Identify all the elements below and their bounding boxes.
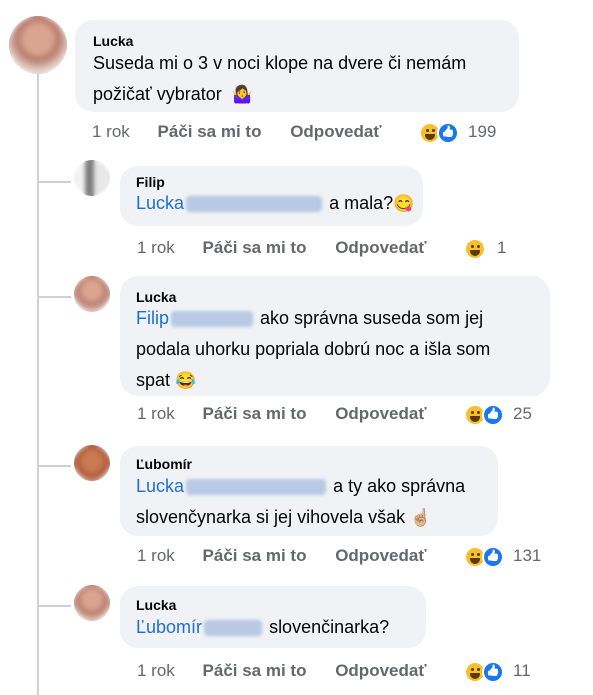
avatar[interactable] (74, 585, 110, 621)
avatar[interactable] (74, 276, 110, 312)
like-button[interactable]: Páči sa mi to (203, 661, 307, 680)
thread-line (37, 62, 39, 695)
comment-text-fragment: a ty ako správna (333, 476, 466, 496)
comment-text-line: požičať vybrator 🤷‍♀️ (93, 79, 513, 110)
reply-button[interactable]: Odpovedať (335, 404, 426, 423)
avatar[interactable] (74, 160, 110, 196)
reaction-count[interactable]: 25 (513, 404, 532, 424)
comment-author[interactable]: Ľubomír (136, 456, 192, 472)
comment-text-line: Filip ako správna suseda som jej (136, 303, 546, 334)
timestamp[interactable]: 1 rok (92, 122, 130, 141)
timestamp[interactable]: 1 rok (137, 404, 175, 423)
comment-author[interactable]: Lucka (93, 33, 133, 49)
comment-text-fragment: ako správna suseda som jej (260, 308, 484, 328)
mention-link[interactable]: Lucka (136, 476, 184, 496)
comment-meta: 1 rok Páči sa mi to Odpovedať (137, 661, 426, 681)
reaction-count[interactable]: 11 (513, 661, 531, 681)
like-icon[interactable] (437, 122, 459, 144)
comment-meta: 1 rok Páči sa mi to Odpovedať (92, 122, 381, 142)
comment-text-line: slovenčynarka si jej vihovela však ☝🏼 (136, 502, 496, 533)
reply-button[interactable]: Odpovedať (335, 546, 426, 565)
comment-text-line: Suseda mi o 3 v noci klope na dvere či n… (93, 53, 467, 73)
timestamp[interactable]: 1 rok (137, 238, 175, 257)
comment-meta: 1 rok Páči sa mi to Odpovedať (137, 404, 426, 424)
timestamp[interactable]: 1 rok (137, 661, 175, 680)
thread-branch (37, 181, 71, 183)
blurred-name (186, 479, 327, 496)
like-icon[interactable] (482, 546, 504, 568)
reaction-count[interactable]: 199 (468, 122, 496, 142)
haha-icon[interactable] (464, 238, 486, 260)
like-button[interactable]: Páči sa mi to (158, 122, 262, 141)
mention-link[interactable]: Lucka (136, 193, 184, 213)
reply-button[interactable]: Odpovedať (335, 238, 426, 257)
blurred-name (204, 620, 263, 637)
avatar[interactable] (9, 16, 67, 74)
comment-meta: 1 rok Páči sa mi to Odpovedať (137, 546, 426, 566)
comment-text-fragment: požičať vybrator (93, 84, 222, 104)
reaction-count[interactable]: 1 (497, 238, 506, 258)
comment-author[interactable]: Lucka (136, 597, 176, 613)
comment-text-fragment: slovenčinarka? (269, 617, 390, 637)
thread-branch (37, 465, 71, 467)
comment-text-line: podala uhorku popriala dobrú noc a išla … (136, 339, 491, 359)
mention-link[interactable]: Filip (136, 308, 169, 328)
comment-text-fragment: a mala? (329, 193, 394, 213)
pointing-up-emoji: ☝🏼 (410, 508, 432, 527)
comment-meta: 1 rok Páči sa mi to Odpovedať (137, 238, 426, 258)
timestamp[interactable]: 1 rok (137, 546, 175, 565)
comment-text: Filip ako správna suseda som jej podala … (136, 303, 546, 396)
comment-text: Suseda mi o 3 v noci klope na dvere či n… (93, 48, 513, 110)
reply-button[interactable]: Odpovedať (290, 122, 381, 141)
comment-text: Lucka a ty ako správna slovenčynarka si … (136, 471, 496, 533)
reaction-count[interactable]: 131 (513, 546, 541, 566)
avatar[interactable] (74, 445, 110, 481)
comment-text-fragment: slovenčynarka si jej vihovela však (136, 507, 406, 527)
comment-text-fragment: spat (136, 370, 171, 390)
comment-text-line: spat 😂 (136, 365, 546, 396)
like-button[interactable]: Páči sa mi to (203, 238, 307, 257)
thread-branch (37, 605, 71, 607)
comment-text: Ľubomír slovenčinarka? (136, 612, 426, 643)
comment-text: Lucka a mala?😋 (136, 188, 421, 219)
blurred-name (186, 196, 323, 213)
like-icon[interactable] (482, 404, 504, 426)
blurred-name (171, 311, 254, 328)
mention-link[interactable]: Ľubomír (136, 617, 202, 637)
tears-of-joy-emoji: 😂 (175, 371, 197, 390)
comment-text-line: Lucka a ty ako správna (136, 471, 496, 502)
face-savoring-food-emoji: 😋 (393, 194, 415, 213)
reply-button[interactable]: Odpovedať (335, 661, 426, 680)
person-shrugging-emoji: 🤷‍♀️ (231, 85, 253, 104)
like-icon[interactable] (482, 661, 504, 683)
like-button[interactable]: Páči sa mi to (203, 546, 307, 565)
like-button[interactable]: Páči sa mi to (203, 404, 307, 423)
thread-branch (37, 296, 71, 298)
